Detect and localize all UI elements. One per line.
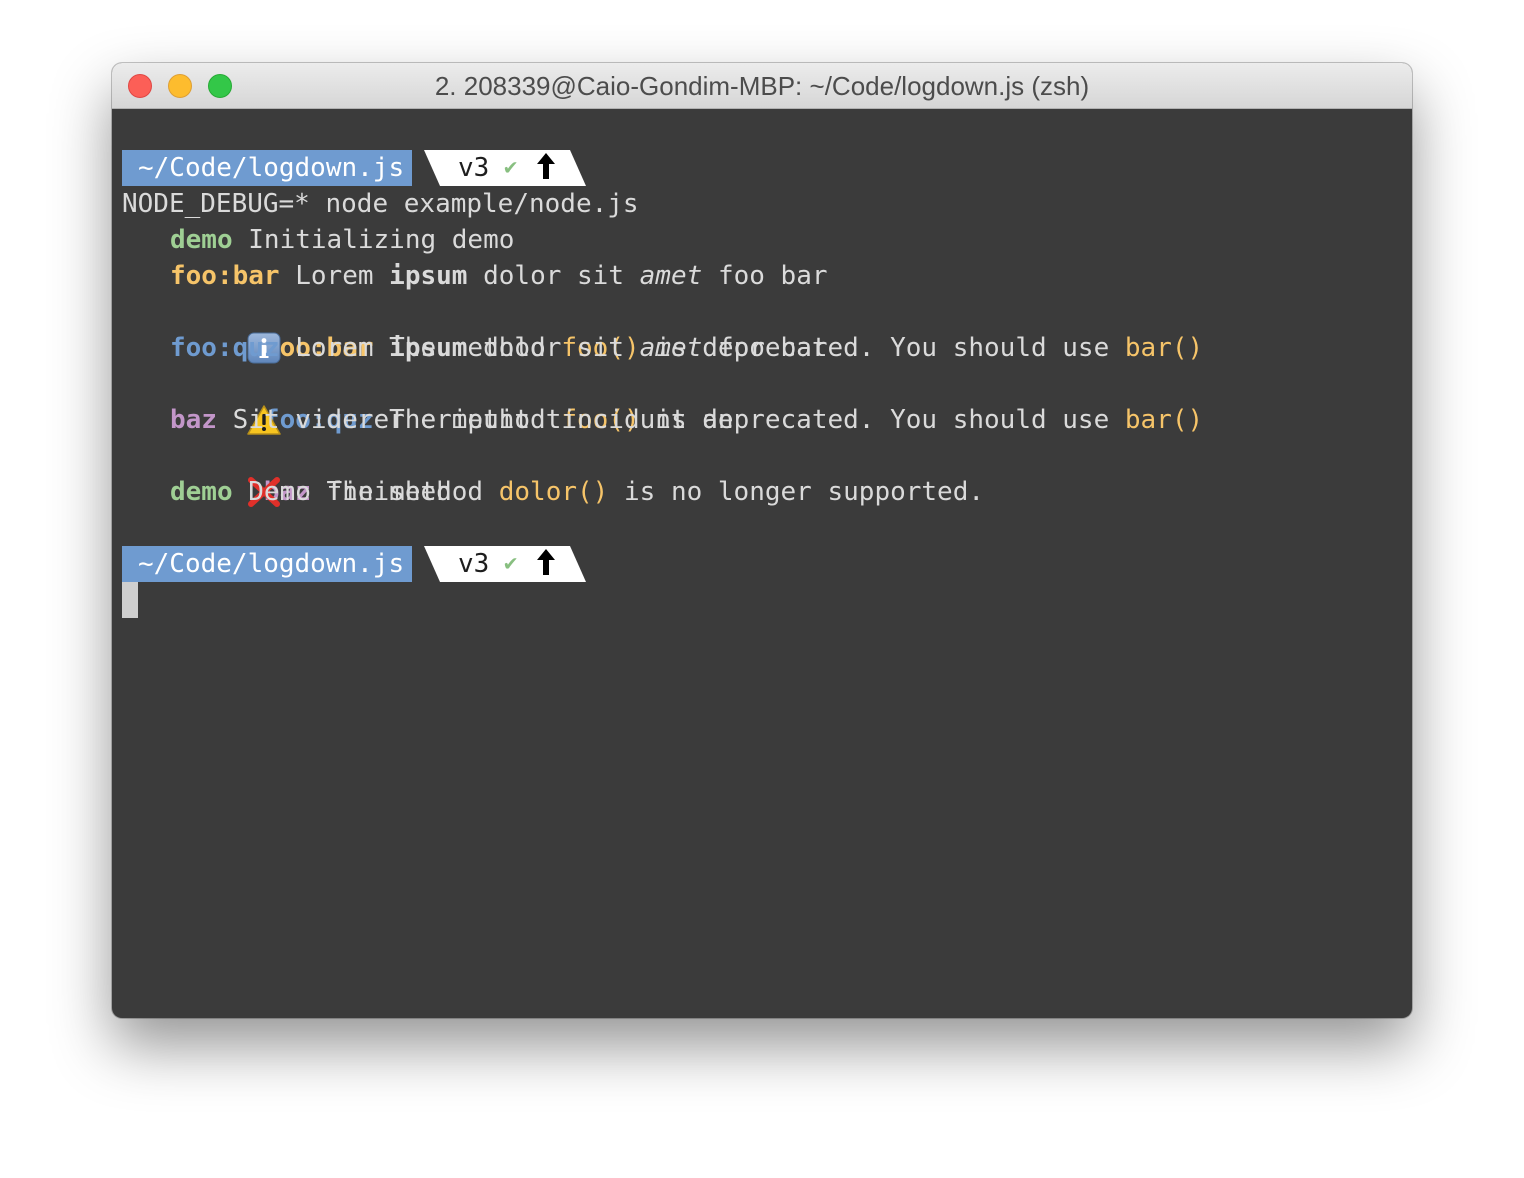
log-namespace: demo	[170, 477, 233, 507]
log-text: foo bar	[717, 261, 828, 291]
prompt: ~/Code/logdown.js v3 ✔	[122, 546, 1203, 582]
check-icon: ✔	[504, 155, 518, 180]
warning-icon	[122, 368, 281, 435]
log-message: Sit viderer eripuit tincidunt an	[232, 405, 734, 435]
log-line: foo:quz Lorem ipsum dolor sit amet foo b…	[122, 330, 1203, 366]
prompt-git-segment: v3 ✔	[424, 150, 586, 186]
log-line: foo:bar Lorem ipsum dolor sit amet foo b…	[122, 258, 1203, 294]
terminal-cursor[interactable]	[122, 582, 138, 618]
command-line: NODE_DEBUG=* node example/node.js	[122, 189, 639, 219]
prompt-branch: v3	[458, 549, 490, 579]
terminal-content[interactable]: ~/Code/logdown.js v3 ✔ NODE_DEBUG=* node…	[122, 150, 1203, 618]
log-line: foo:quz The method foo() is deprecated. …	[122, 366, 1203, 435]
error-icon	[122, 440, 281, 507]
prompt-git-segment: v3 ✔	[424, 546, 586, 582]
log-bold: ipsum	[389, 333, 468, 363]
log-namespace: foo:quz	[170, 333, 280, 363]
info-icon	[122, 296, 281, 364]
log-italic: amet	[639, 333, 703, 363]
prompt-path: ~/Code/logdown.js	[138, 153, 405, 183]
title-bar[interactable]: 2. 208339@Caio-Gondim-MBP: ~/Code/logdow…	[112, 63, 1412, 109]
terminal-window: 2. 208339@Caio-Gondim-MBP: ~/Code/logdow…	[112, 63, 1412, 1018]
prompt-path: ~/Code/logdown.js	[138, 549, 405, 579]
log-line: baz Sit viderer eripuit tincidunt an	[122, 402, 1203, 438]
log-text: Lorem	[295, 333, 374, 363]
log-line: demo Initializing demo	[122, 222, 1203, 258]
log-italic: amet	[639, 261, 703, 291]
log-namespace: demo	[170, 225, 233, 255]
log-message: Demo finished	[248, 477, 452, 507]
prompt: ~/Code/logdown.js v3 ✔	[122, 150, 1203, 186]
log-message: Initializing demo	[248, 225, 515, 255]
arrow-up-icon	[536, 546, 556, 582]
log-namespace: foo:bar	[170, 261, 280, 291]
prompt-branch: v3	[458, 153, 490, 183]
arrow-up-icon	[536, 150, 556, 186]
log-text: foo bar	[717, 333, 828, 363]
log-line: foo:bar The method foo() is deprecated. …	[122, 294, 1203, 364]
prompt-path-segment: ~/Code/logdown.js	[122, 150, 412, 186]
log-text: dolor sit	[483, 333, 624, 363]
log-text: Lorem	[295, 261, 374, 291]
log-line: baz The method dolor() is no longer supp…	[122, 438, 1203, 507]
log-bold: ipsum	[389, 261, 468, 291]
log-line: demo Demo finished	[122, 474, 1203, 510]
check-icon: ✔	[504, 551, 518, 576]
prompt-path-segment: ~/Code/logdown.js	[122, 546, 412, 582]
log-text: dolor sit	[483, 261, 624, 291]
log-namespace: baz	[170, 405, 217, 435]
window-title: 2. 208339@Caio-Gondim-MBP: ~/Code/logdow…	[434, 71, 1090, 101]
